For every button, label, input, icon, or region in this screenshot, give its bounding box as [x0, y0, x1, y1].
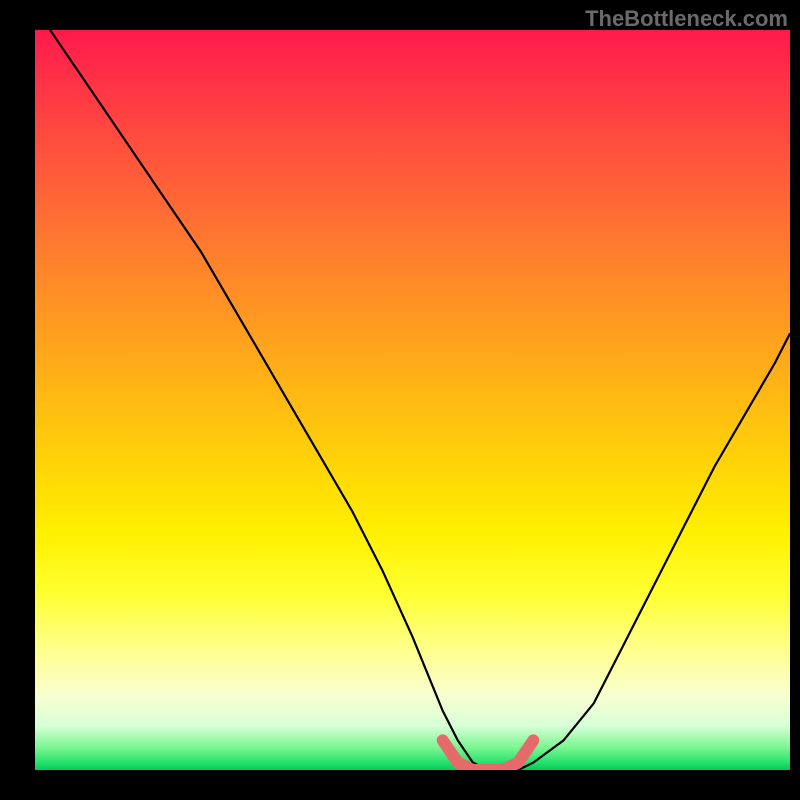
- chart-highlight-segment: [443, 740, 534, 770]
- chart-main-curve: [50, 30, 790, 770]
- chart-plot-area: [35, 30, 790, 770]
- chart-curve-layer: [35, 30, 790, 770]
- watermark-text: TheBottleneck.com: [585, 6, 788, 32]
